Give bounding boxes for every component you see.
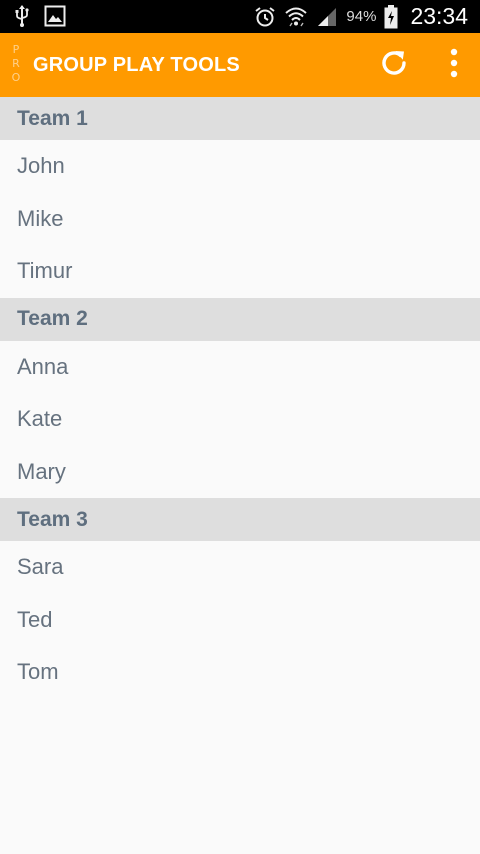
team-header: Team 3	[0, 498, 480, 541]
gallery-icon	[44, 5, 66, 27]
member-item[interactable]: Timur	[0, 245, 480, 298]
wifi-icon	[284, 5, 308, 29]
member-item[interactable]: Mike	[0, 193, 480, 246]
team-header: Team 1	[0, 97, 480, 140]
member-item[interactable]: Anna	[0, 341, 480, 394]
status-left-icons	[14, 4, 66, 28]
refresh-button[interactable]	[376, 47, 412, 83]
overflow-menu-button[interactable]	[438, 47, 470, 83]
member-item[interactable]: Tom	[0, 646, 480, 699]
pro-badge-letter: R	[12, 57, 20, 70]
usb-icon	[14, 4, 30, 28]
team-list: Team 1 John Mike Timur Team 2 Anna Kate …	[0, 97, 480, 699]
clock: 23:34	[410, 3, 468, 29]
status-right-icons: 94% 23:34	[254, 0, 468, 33]
member-item[interactable]: Kate	[0, 393, 480, 446]
status-bar: 94% 23:34	[0, 0, 480, 33]
battery-charging-icon	[384, 4, 398, 29]
overflow-menu-icon	[449, 48, 459, 83]
battery-percent: 94%	[346, 8, 377, 25]
action-bar: P R O GROUP PLAY TOOLS	[0, 33, 480, 97]
refresh-icon	[378, 47, 410, 84]
member-item[interactable]: John	[0, 140, 480, 193]
team-header: Team 2	[0, 297, 480, 341]
member-item[interactable]: Ted	[0, 594, 480, 647]
signal-icon	[316, 6, 338, 28]
member-item[interactable]: Mary	[0, 446, 480, 499]
pro-badge: P R O	[10, 43, 22, 85]
pro-badge-letter: O	[11, 71, 21, 84]
pro-badge-letter: P	[12, 43, 20, 56]
app-title: GROUP PLAY TOOLS	[33, 54, 240, 76]
alarm-icon	[254, 6, 276, 28]
member-item[interactable]: Sara	[0, 541, 480, 594]
